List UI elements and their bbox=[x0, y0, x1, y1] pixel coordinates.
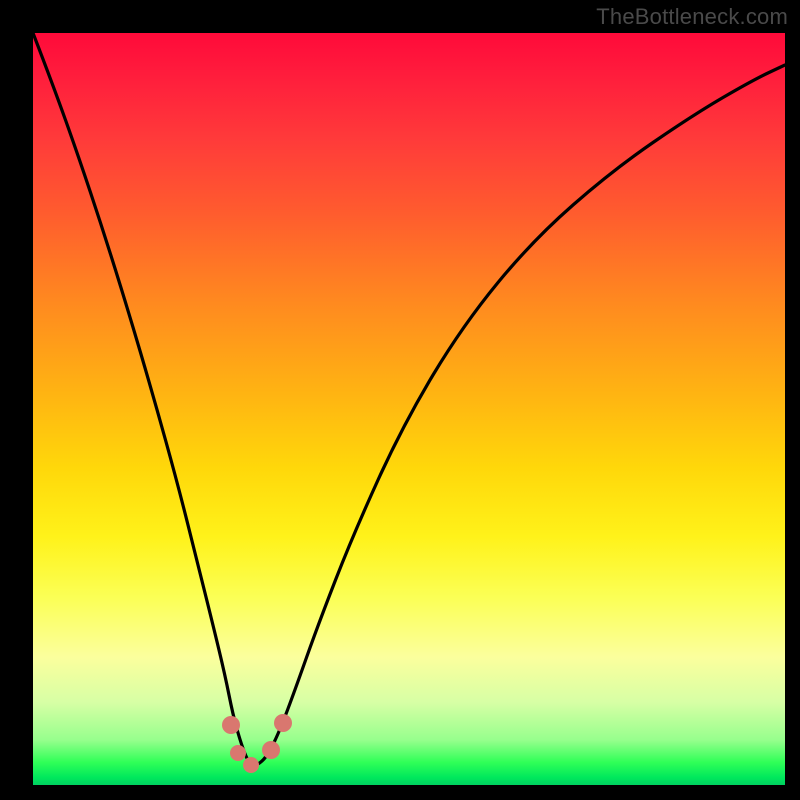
watermark-label: TheBottleneck.com bbox=[596, 4, 788, 30]
bottleneck-curve bbox=[33, 33, 785, 765]
chart-frame: TheBottleneck.com bbox=[0, 0, 800, 800]
apex-marker-left-2 bbox=[230, 745, 246, 761]
apex-marker-right-2 bbox=[274, 714, 292, 732]
apex-marker-bottom bbox=[243, 757, 259, 773]
apex-markers bbox=[222, 714, 292, 773]
apex-marker-left-1 bbox=[222, 716, 240, 734]
apex-marker-right-1 bbox=[262, 741, 280, 759]
curve-layer bbox=[33, 33, 785, 785]
plot-area bbox=[33, 33, 785, 785]
